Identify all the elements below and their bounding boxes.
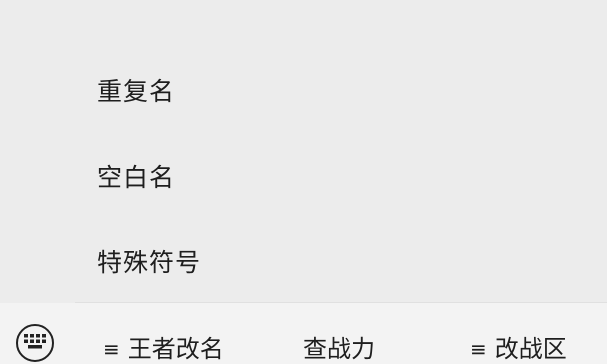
menu-check-power-button[interactable]: 查战力 (303, 329, 375, 364)
menu-check-power-label: 查战力 (303, 335, 375, 363)
menu-rename-button[interactable]: ≡ 王者改名 (103, 329, 224, 364)
submenu-popup: 重复名 空白名 特殊符号 (0, 0, 607, 300)
menu-lines-icon: ≡ (103, 337, 120, 361)
submenu-item-special-symbols[interactable]: 特殊符号 (97, 243, 201, 283)
menu-change-region-button[interactable]: ≡ 改战区 (470, 329, 567, 364)
submenu-item-duplicate-name[interactable]: 重复名 (97, 72, 175, 112)
menu-change-region-label: 改战区 (494, 335, 567, 363)
submenu-item-blank-name[interactable]: 空白名 (97, 158, 175, 198)
chat-screen: 重复名 空白名 特殊符号 ≡ 王者改名 查战力 ≡ 改战区 (0, 0, 607, 364)
menu-lines-icon: ≡ (470, 337, 487, 361)
menu-rename-label: 王者改名 (127, 335, 224, 363)
keyboard-icon (24, 334, 46, 349)
keyboard-toggle-button[interactable] (16, 324, 54, 362)
official-account-menu-bar: ≡ 王者改名 查战力 ≡ 改战区 (0, 303, 607, 364)
